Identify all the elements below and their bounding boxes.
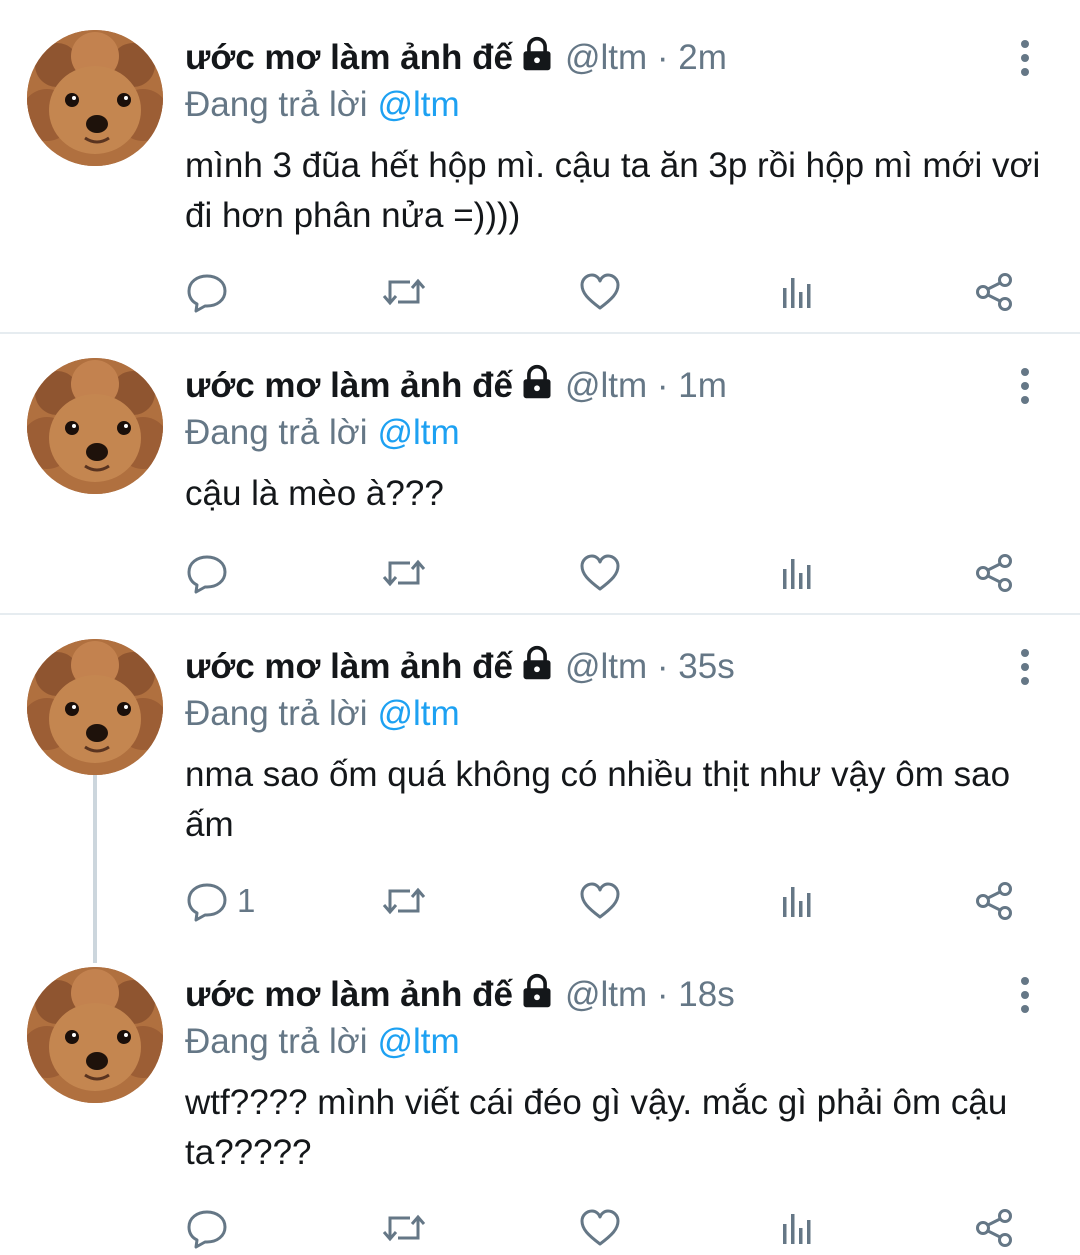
reply-icon [185,551,229,595]
retweet-button[interactable] [380,876,428,926]
avatar[interactable] [27,30,163,166]
share-icon [972,551,1016,595]
heart-icon [578,551,622,595]
divider [0,613,1080,615]
tweet-actions: 1 [0,876,1080,926]
replying-prefix: Đang trả lời [185,1022,368,1061]
display-name[interactable]: ước mơ làm ảnh đế [185,366,513,405]
thread-connector [93,775,97,963]
replying-to: Đang trả lời @ltm [185,1021,460,1063]
reply-icon [185,1206,229,1250]
retweet-button[interactable] [380,267,428,317]
replying-to: Đang trả lời @ltm [185,693,460,735]
tweet-actions [0,1203,1080,1253]
replying-to-handle[interactable]: @ltm [377,85,459,124]
lock-icon [519,36,555,82]
retweet-button[interactable] [380,548,428,598]
like-button[interactable] [578,267,622,317]
like-button[interactable] [578,1203,622,1253]
share-button[interactable] [972,267,1016,317]
replying-to-handle[interactable]: @ltm [377,413,459,452]
divider [0,332,1080,334]
reply-button[interactable] [185,1203,237,1253]
replying-prefix: Đang trả lời [185,413,368,452]
analytics-button[interactable] [775,1203,819,1253]
replying-to-handle[interactable]: @ltm [377,694,459,733]
heart-icon [578,270,622,314]
lock-icon [519,364,555,410]
more-vertical-icon[interactable] [1010,647,1040,687]
avatar[interactable] [27,967,163,1103]
tweet-text: mình 3 đũa hết hộp mì. cậu ta ăn 3p rồi … [185,146,1041,235]
reply-count: 1 [237,882,256,919]
reply-button[interactable] [185,267,237,317]
tweet-text: nma sao ốm quá không có nhiều thịt như v… [185,755,1011,844]
display-name[interactable]: ước mơ làm ảnh đế [185,38,513,77]
retweet-icon [380,1206,428,1250]
tweet-actions [0,267,1080,317]
analytics-button[interactable] [775,876,819,926]
retweet-button[interactable] [380,1203,428,1253]
display-name[interactable]: ước mơ làm ảnh đế [185,975,513,1014]
share-button[interactable] [972,876,1016,926]
analytics-button[interactable] [775,267,819,317]
reply-icon [185,270,229,314]
analytics-button[interactable] [775,548,819,598]
share-icon [972,270,1016,314]
display-name[interactable]: ước mơ làm ảnh đế [185,647,513,686]
more-vertical-icon[interactable] [1010,975,1040,1015]
heart-icon [578,879,622,923]
retweet-icon [380,879,428,923]
replying-to: Đang trả lời @ltm [185,412,460,454]
share-icon [972,1206,1016,1250]
like-button[interactable] [578,876,622,926]
tweet-header: ước mơ làm ảnh đế @ltm · 1m [185,364,727,410]
handle-and-time: @ltm · 2m [564,38,727,77]
share-button[interactable] [972,1203,1016,1253]
tweet-text: wtf???? mình viết cái đéo gì vậy. mắc gì… [185,1083,1008,1172]
tweet-header: ước mơ làm ảnh đế @ltm · 18s [185,973,735,1019]
lock-icon [519,973,555,1019]
more-vertical-icon[interactable] [1010,38,1040,78]
retweet-icon [380,551,428,595]
replying-to-handle[interactable]: @ltm [377,1022,459,1061]
analytics-icon [775,879,819,923]
avatar[interactable] [27,358,163,494]
share-button[interactable] [972,548,1016,598]
analytics-icon [775,1206,819,1250]
replying-prefix: Đang trả lời [185,85,368,124]
tweet-header: ước mơ làm ảnh đế @ltm · 2m [185,36,727,82]
handle-and-time: @ltm · 1m [564,366,727,405]
more-vertical-icon[interactable] [1010,366,1040,406]
reply-button[interactable]: 1 [185,876,255,926]
retweet-icon [380,270,428,314]
handle-and-time: @ltm · 35s [564,647,735,686]
like-button[interactable] [578,548,622,598]
tweet-actions [0,548,1080,598]
tweet-text: cậu là mèo à??? [185,474,444,513]
analytics-icon [775,270,819,314]
share-icon [972,879,1016,923]
replying-prefix: Đang trả lời [185,694,368,733]
replying-to: Đang trả lời @ltm [185,84,460,126]
reply-icon [185,879,229,923]
handle-and-time: @ltm · 18s [564,975,735,1014]
lock-icon [519,645,555,691]
avatar[interactable] [27,639,163,775]
analytics-icon [775,551,819,595]
tweet-header: ước mơ làm ảnh đế @ltm · 35s [185,645,735,691]
reply-button[interactable] [185,548,237,598]
heart-icon [578,1206,622,1250]
